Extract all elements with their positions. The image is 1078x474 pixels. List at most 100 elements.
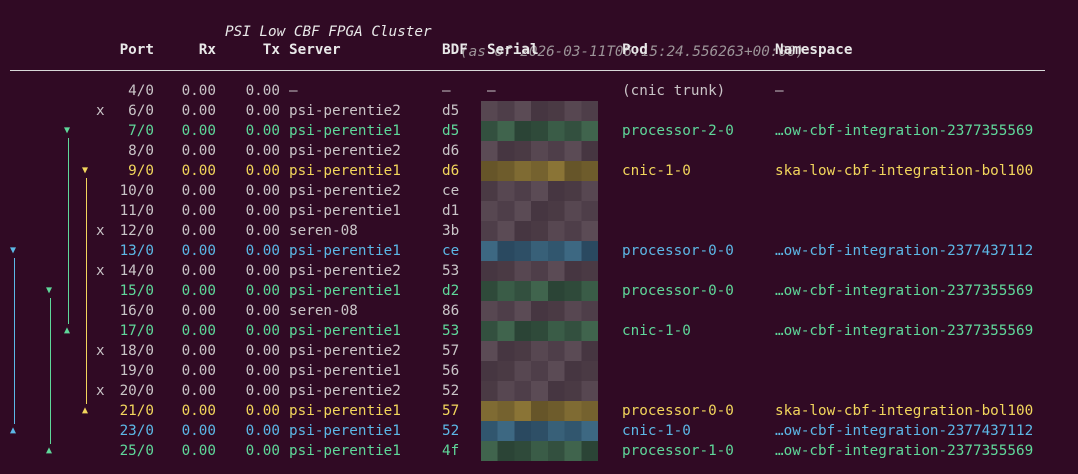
bdf-cell: 86 xyxy=(442,303,460,319)
serial-redaction-block xyxy=(481,261,598,281)
header-divider xyxy=(10,70,1045,71)
rx-cell: 0.00 xyxy=(181,383,216,399)
serial-redaction-block xyxy=(481,161,598,181)
pod-cell: cnic-1-0 xyxy=(622,163,691,179)
bdf-cell: 53 xyxy=(442,263,460,279)
namespace-cell: …ow-cbf-integration-2377355569 xyxy=(775,283,1034,299)
rx-cell: 0.00 xyxy=(181,183,216,199)
pod-cell xyxy=(622,201,772,221)
table-row[interactable]: 4/0 0.00 0.00– – – (cnic trunk) – xyxy=(0,81,1078,101)
bdf-cell: 56 xyxy=(442,363,460,379)
tx-cell: 0.00 xyxy=(245,163,280,179)
serial-redaction-block xyxy=(481,141,598,161)
tx-cell: 0.00 xyxy=(245,363,280,379)
column-header-rx[interactable]: Rx xyxy=(170,40,216,60)
port-cell: 21/0 xyxy=(119,403,154,419)
server-cell: psi-perentie2 xyxy=(289,343,401,359)
inactive-marker xyxy=(96,321,110,341)
pod-cell xyxy=(622,101,772,121)
pod-cell: processor-1-0 xyxy=(622,443,734,459)
namespace-cell xyxy=(775,381,1075,401)
column-header-namespace[interactable]: Namespace xyxy=(775,40,852,60)
server-cell: psi-perentie1 xyxy=(289,443,401,459)
column-header-port[interactable]: Port xyxy=(110,40,154,60)
tx-cell: 0.00 xyxy=(245,243,280,259)
namespace-cell xyxy=(775,221,1075,241)
bdf-cell: d6 xyxy=(442,163,460,179)
rx-cell: 0.00 xyxy=(181,403,216,419)
inactive-marker xyxy=(96,421,110,441)
rx-cell: 0.00 xyxy=(181,443,216,459)
namespace-cell xyxy=(775,181,1075,201)
inactive-marker xyxy=(96,301,110,321)
rx-cell: 0.00 xyxy=(181,203,216,219)
pod-cell xyxy=(622,141,772,161)
rx-cell: 0.00 xyxy=(181,83,216,99)
pod-cell xyxy=(622,181,772,201)
namespace-cell: …ow-cbf-integration-2377437112 xyxy=(775,243,1034,259)
column-header-serial[interactable]: Serial xyxy=(487,40,539,60)
bdf-cell: d1 xyxy=(442,203,460,219)
cluster-title: PSI Low CBF FPGA Cluster xyxy=(225,24,432,40)
inactive-marker: x xyxy=(96,223,105,239)
serial-redaction-block xyxy=(481,181,598,201)
inactive-marker xyxy=(96,361,110,381)
server-cell: psi-perentie2 xyxy=(289,143,401,159)
port-cell: 6/0 xyxy=(128,103,154,119)
serial-redaction-block xyxy=(481,341,598,361)
rx-cell: 0.00 xyxy=(181,283,216,299)
pod-cell: (cnic trunk) xyxy=(622,83,726,99)
column-header-server[interactable]: Server xyxy=(289,40,341,60)
port-cell: 25/0 xyxy=(119,443,154,459)
bdf-cell: – xyxy=(442,83,451,99)
server-cell: psi-perentie2 xyxy=(289,263,401,279)
column-header-pod[interactable]: Pod xyxy=(622,40,648,60)
namespace-cell: …ow-cbf-integration-2377355569 xyxy=(775,123,1034,139)
server-cell: psi-perentie2 xyxy=(289,103,401,119)
server-cell: psi-perentie2 xyxy=(289,183,401,199)
port-cell: 14/0 xyxy=(119,263,154,279)
port-cell: 4/0 xyxy=(128,83,154,99)
port-cell: 10/0 xyxy=(119,183,154,199)
tx-cell: 0.00 xyxy=(245,403,280,419)
serial-redaction-block xyxy=(481,101,598,121)
inactive-marker xyxy=(96,401,110,421)
namespace-cell xyxy=(775,261,1075,281)
tx-cell: 0.00 xyxy=(245,103,280,119)
serial-redaction-block xyxy=(481,361,598,381)
serial-redaction-block xyxy=(481,381,598,401)
tx-cell: 0.00 xyxy=(245,343,280,359)
serial-redaction-block xyxy=(481,301,598,321)
serial-redaction-block xyxy=(481,321,598,341)
column-header-tx[interactable]: Tx xyxy=(232,40,280,60)
tx-cell: 0.00 xyxy=(245,203,280,219)
serial-redaction-block xyxy=(481,201,598,221)
bdf-cell: 3b xyxy=(442,223,460,239)
serial-redaction-block xyxy=(481,421,598,441)
namespace-cell xyxy=(775,341,1075,361)
pod-cell xyxy=(622,221,772,241)
port-cell: 18/0 xyxy=(119,343,154,359)
port-cell: 16/0 xyxy=(119,303,154,319)
rx-cell: 0.00 xyxy=(181,123,216,139)
tx-cell: 0.00 xyxy=(245,183,280,199)
serial-redaction-block xyxy=(481,241,598,261)
inactive-marker xyxy=(96,201,110,221)
namespace-cell xyxy=(775,361,1075,381)
bdf-cell: 57 xyxy=(442,403,460,419)
server-cell: seren-08 xyxy=(289,223,358,239)
inactive-marker: x xyxy=(96,103,105,119)
pod-cell: processor-0-0 xyxy=(622,403,734,419)
bdf-cell: ce xyxy=(442,243,460,259)
port-cell: 13/0 xyxy=(119,243,154,259)
port-cell: 15/0 xyxy=(119,283,154,299)
pod-cell xyxy=(622,381,772,401)
namespace-cell: ska-low-cbf-integration-bol100 xyxy=(775,403,1034,419)
tx-cell: 0.00 xyxy=(245,443,280,459)
port-cell: 20/0 xyxy=(119,383,154,399)
server-cell: psi-perentie1 xyxy=(289,423,401,439)
namespace-cell: …ow-cbf-integration-2377355569 xyxy=(775,443,1034,459)
bdf-cell: 52 xyxy=(442,423,460,439)
rx-cell: 0.00 xyxy=(181,343,216,359)
column-header-bdf[interactable]: BDF xyxy=(442,40,468,60)
